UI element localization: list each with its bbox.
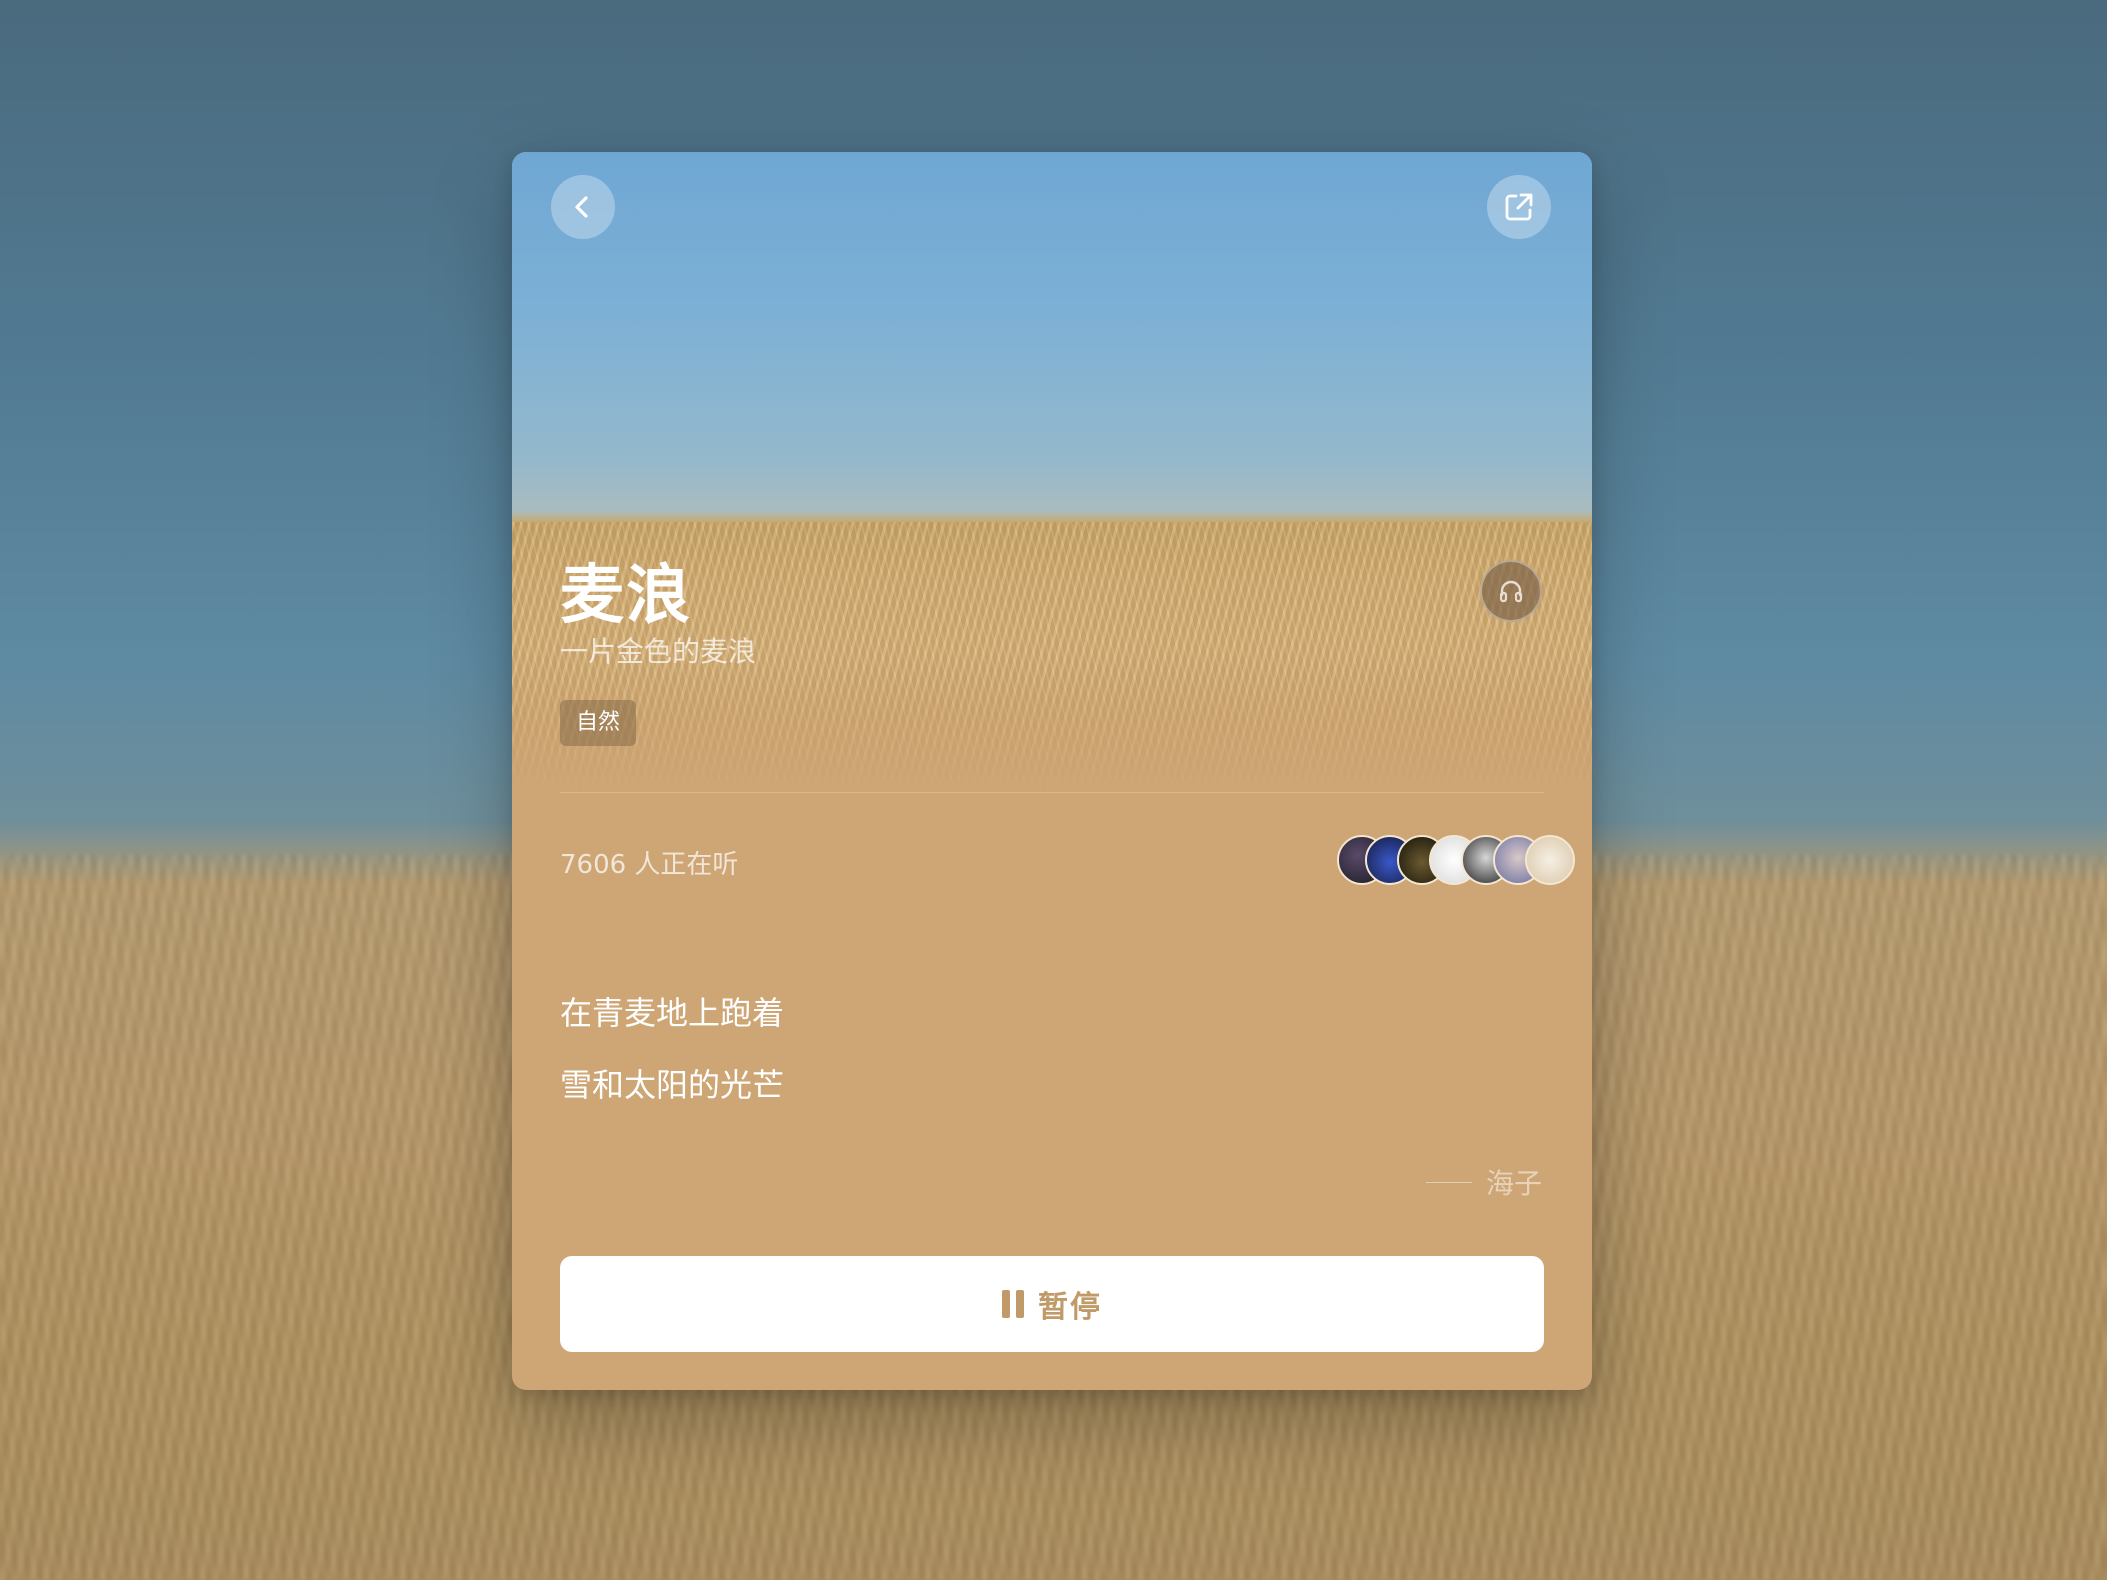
subtitle: 一片金色的麦浪 <box>560 635 757 668</box>
chevron-left-icon <box>575 196 588 218</box>
audio-card: 麦浪 一片金色的麦浪 自然 7606 人正在听 在青麦地上跑着 雪和太阳的光芒 … <box>512 152 1592 1390</box>
headphones-icon <box>1499 580 1523 603</box>
pause-icon <box>1002 1290 1024 1318</box>
poem-line-1: 在青麦地上跑着 <box>560 994 785 1032</box>
avatar <box>1525 835 1575 885</box>
listener-avatars[interactable] <box>1337 835 1575 885</box>
listener-count: 7606 人正在听 <box>560 850 739 880</box>
back-button[interactable] <box>551 175 615 239</box>
share-button[interactable] <box>1487 175 1551 239</box>
author-name: 海子 <box>1485 1167 1542 1200</box>
pause-label: 暂停 <box>1038 1290 1102 1325</box>
page-title: 麦浪 <box>560 559 692 633</box>
divider <box>560 792 1544 793</box>
poem-line-2: 雪和太阳的光芒 <box>560 1066 785 1104</box>
hero-fade <box>512 672 1592 792</box>
headphones-button[interactable] <box>1480 560 1542 622</box>
share-external-icon <box>1505 193 1533 221</box>
author-dash <box>1425 1181 1472 1183</box>
pause-button[interactable]: 暂停 <box>560 1256 1544 1352</box>
category-tag[interactable]: 自然 <box>560 700 637 746</box>
poem-author: 海子 <box>1425 1162 1542 1202</box>
